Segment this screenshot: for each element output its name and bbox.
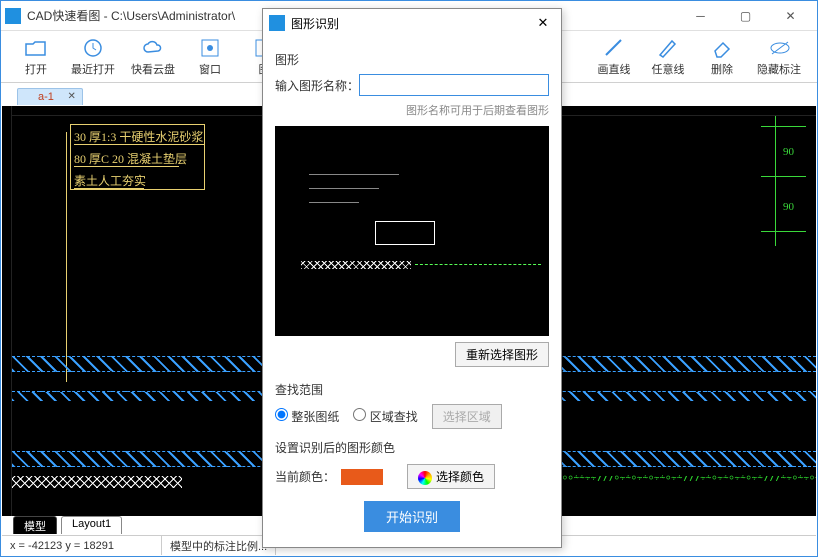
input-name-label: 输入图形名称：	[275, 77, 359, 94]
delete-button[interactable]: 删除	[703, 37, 741, 77]
dim-line	[775, 116, 776, 246]
eye-off-icon	[768, 37, 790, 59]
history-icon	[82, 37, 104, 59]
cad-note-3: 素土人工夯实	[74, 172, 146, 189]
dialog-title: 图形识别	[291, 15, 531, 32]
tab-layout1[interactable]: Layout1	[61, 516, 122, 534]
cad-note-2: 80 厚C 20 混凝土垫层	[74, 150, 187, 167]
section-shape-label: 图形	[275, 51, 549, 68]
radio-area-search[interactable]: 区域查找	[353, 408, 417, 425]
color-wheel-icon	[418, 471, 432, 485]
layout-tabs: 模型 Layout1	[13, 516, 122, 534]
coords-readout: x = -42123 y = 18291	[2, 536, 162, 555]
current-color-label: 当前颜色：	[275, 468, 335, 485]
line-button[interactable]: 画直线	[595, 37, 633, 77]
document-tab[interactable]: a-1 ✕	[17, 88, 83, 105]
window-button[interactable]: 窗口	[191, 37, 229, 77]
tab-model[interactable]: 模型	[13, 516, 57, 534]
maximize-button[interactable]: ▢	[723, 2, 768, 30]
anyline-button[interactable]: 任意线	[649, 37, 687, 77]
eraser-icon	[711, 37, 733, 59]
cad-note-1: 30 厚1:3 干硬性水泥砂浆	[74, 128, 203, 145]
start-recognition-button[interactable]: 开始识别	[364, 501, 460, 532]
close-button[interactable]: ✕	[768, 2, 813, 30]
dialog-icon	[269, 15, 285, 31]
minimize-button[interactable]: ─	[678, 2, 723, 30]
fullscreen-icon	[199, 37, 221, 59]
name-hint: 图形名称可用于后期查看图形	[275, 102, 549, 118]
tab-label: a-1	[38, 91, 54, 103]
leader-line	[66, 132, 67, 382]
shape-preview	[275, 126, 549, 336]
cross-hatch	[12, 476, 182, 488]
dialog-titlebar: 图形识别 ✕	[263, 9, 561, 37]
status-note: 模型中的标注比例...	[162, 536, 276, 555]
radio-whole-drawing[interactable]: 整张图纸	[275, 408, 339, 425]
cloud-icon	[142, 37, 164, 59]
search-scope-label: 查找范围	[275, 381, 549, 398]
shape-name-input[interactable]	[359, 74, 549, 96]
pencil-icon	[657, 37, 679, 59]
folder-open-icon	[25, 37, 47, 59]
tab-close-icon[interactable]: ✕	[68, 91, 76, 102]
color-section-label: 设置识别后的图形颜色	[275, 439, 549, 456]
reselect-shape-button[interactable]: 重新选择图形	[455, 342, 549, 367]
open-button[interactable]: 打开	[17, 37, 55, 77]
choose-color-button[interactable]: 选择颜色	[407, 464, 495, 489]
select-area-button[interactable]: 选择区域	[432, 404, 502, 429]
current-color-swatch	[341, 469, 383, 485]
hide-annot-button[interactable]: 隐藏标注	[757, 37, 801, 77]
grass-pattern: ⸰⸰⸞⸞⸟⸟؍؍؍⸞⸟⸰⸞⸟⸰⸞⸟⸰⸞⸟؍؍؍⸞⸟⸰⸞⸟⸰⸞⸟⸰⸞⸟⸰؍؍؍⸞⸟…	[562, 470, 816, 488]
line-icon	[603, 37, 625, 59]
dialog-close-button[interactable]: ✕	[531, 15, 555, 31]
dim-label-2: 90	[783, 201, 794, 213]
ruler-vertical	[2, 106, 12, 516]
shape-recognition-dialog: 图形识别 ✕ 图形 输入图形名称： 图形名称可用于后期查看图形 重新选择图形 查…	[262, 8, 562, 548]
cloud-button[interactable]: 快看云盘	[131, 37, 175, 77]
app-icon	[5, 8, 21, 24]
recent-button[interactable]: 最近打开	[71, 37, 115, 77]
dim-label-1: 90	[783, 146, 794, 158]
